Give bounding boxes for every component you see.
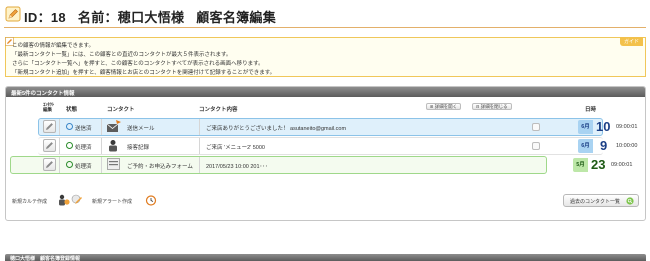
divider [59, 138, 60, 154]
guide-badge: ガイド [619, 37, 643, 46]
header-divider [4, 27, 646, 28]
customer-id: ID：18 [24, 10, 66, 25]
panel-title: 最新5件のコンタクト情報 [6, 87, 645, 97]
pencil-icon [46, 142, 53, 149]
contact-date: 6月 10 09:00:01 [578, 120, 646, 134]
col-edit-header: ｺﾝﾀｸﾄ編集 [43, 102, 55, 112]
pencil-icon [46, 123, 53, 130]
date-time: 09:00:01 [616, 124, 638, 130]
edit-contact-button[interactable] [43, 120, 56, 133]
divider [199, 138, 200, 154]
recent-contacts-panel: 最新5件のコンタクト情報 ｺﾝﾀｸﾄ編集 状態 コンタクト コンタクト内容 日時… [5, 86, 646, 221]
date-month: 6月 [578, 120, 593, 134]
divider [101, 119, 102, 135]
col-contact-header: コンタクト [107, 107, 135, 113]
service-record-icon [109, 140, 117, 152]
divider [59, 157, 60, 173]
pencil-icon [46, 161, 53, 168]
edit-karte-icon[interactable] [71, 194, 83, 206]
divider [101, 157, 102, 173]
guide-line: この顧客の情報が編集できます。 [12, 43, 94, 49]
alarm-clock-icon[interactable] [145, 194, 157, 206]
expand-all-label: 詳細を開く [434, 104, 458, 109]
edit-contact-button[interactable] [43, 139, 56, 152]
divider [199, 157, 200, 173]
divider [101, 138, 102, 154]
contact-row[interactable] [38, 137, 603, 155]
expand-icon: ⊞ [430, 104, 434, 109]
contact-content: ご来店ありがとうございました！ asutaneito@gmail.com [206, 126, 347, 132]
date-month: 6月 [578, 139, 593, 153]
guide-line: 「最新コンタクト一覧」には、この顧客との直近のコンタクトが最大５件表示されます。 [12, 52, 232, 58]
contact-date: 5月 23 09:00:01 [573, 158, 646, 172]
status-done-icon [66, 142, 73, 149]
contact-date: 6月 9 10:00:00 [578, 139, 646, 153]
guide-line: さらに「コンタクト一覧へ」を押すと、この顧客とのコンタクトすべてが表示される画面… [12, 61, 264, 67]
col-status-header: 状態 [66, 107, 78, 113]
new-karte-label: 新規カルテ作成 [12, 199, 48, 205]
contact-status: 処理済 [75, 164, 92, 170]
divider [59, 119, 60, 135]
past-contacts-label: 過去のコンタクト一覧 [570, 199, 621, 205]
expand-all-button[interactable]: ⊞ 詳細を開く [426, 103, 462, 110]
collapse-all-button[interactable]: ⊟ 詳細を閉じる [472, 103, 512, 110]
col-content-header: コンタクト内容 [199, 107, 238, 113]
page-title: ID：18 名前：穂口大悟様 顧客名簿編集 [24, 7, 284, 26]
status-sent-icon [66, 123, 73, 130]
new-alert-label: 新規アラート作成 [92, 199, 133, 205]
date-day: 23 [591, 157, 606, 172]
search-icon [626, 197, 634, 205]
contact-content: 2017/05/23 10:00 201･･･ [206, 164, 268, 170]
collapse-all-label: 詳細を閉じる [480, 104, 508, 109]
date-time: 09:00:01 [611, 162, 633, 168]
contact-status: 送信済 [75, 126, 92, 132]
contact-status: 処理済 [75, 145, 92, 151]
status-done-icon [66, 161, 73, 168]
collapse-icon: ⊟ [476, 104, 480, 109]
col-date-header: 日時 [585, 107, 597, 113]
date-month: 5月 [573, 158, 588, 172]
contact-type: 送信メール [127, 126, 155, 132]
past-contacts-button[interactable]: 過去のコンタクト一覧 [563, 194, 639, 207]
detail-toggle-icon[interactable] [532, 142, 540, 150]
contact-type: 接客記録 [127, 145, 150, 151]
guide-box: ガイド この顧客の情報が編集できます。 「最新コンタクト一覧」には、この顧客との… [5, 37, 646, 77]
detail-toggle-icon[interactable] [532, 123, 540, 131]
reservation-form-icon [107, 158, 120, 170]
divider [199, 119, 200, 135]
contact-content: ご来店 'メニュー2' 5000 [206, 145, 265, 151]
pencil-icon [5, 6, 21, 22]
send-mail-icon [106, 120, 121, 132]
guide-line: 「新規コンタクト追加」を押すと、顧客情報とお店とのコンタクトを関連付けて記録する… [12, 70, 276, 76]
registration-info-header: 穂口大悟様 顧客名簿登録情報 [5, 254, 646, 261]
date-day: 9 [600, 138, 608, 153]
date-day: 10 [596, 119, 611, 134]
date-time: 10:00:00 [616, 143, 638, 149]
customer-name: 名前：穂口大悟様 [77, 10, 185, 25]
new-karte-button[interactable] [58, 194, 70, 206]
screen-title: 顧客名簿編集 [196, 10, 277, 25]
contact-type: ご予約・お申込みフォーム [127, 164, 193, 170]
edit-contact-button[interactable] [43, 158, 56, 171]
